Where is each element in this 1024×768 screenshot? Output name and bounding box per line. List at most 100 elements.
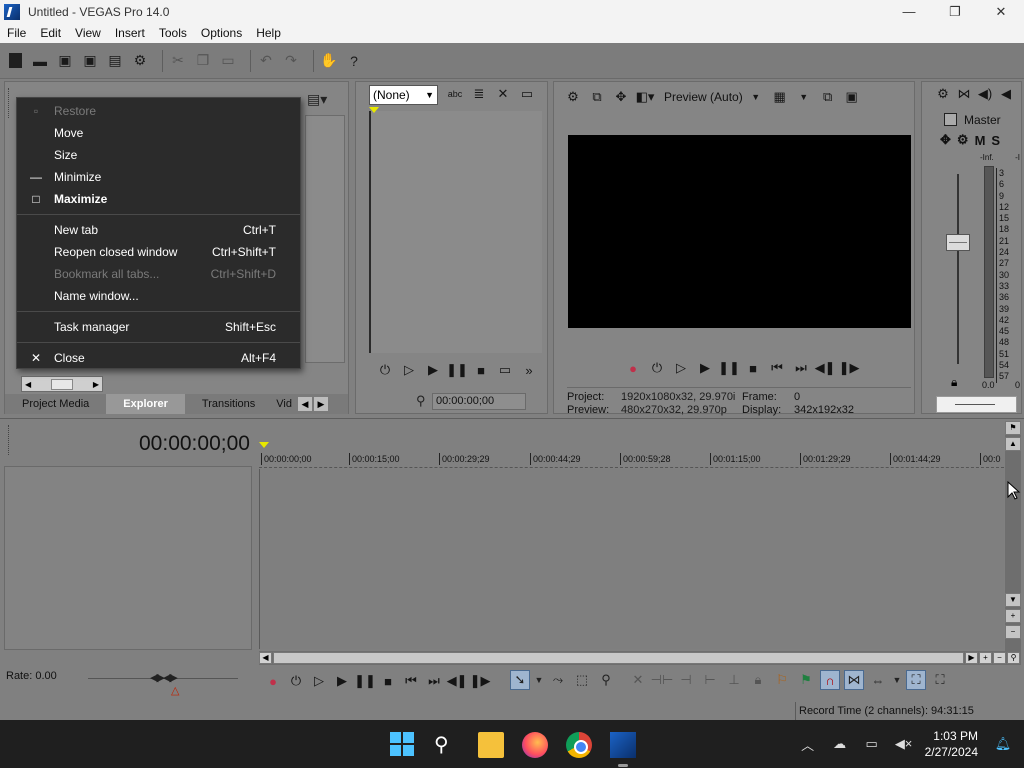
notification-bell-icon[interactable]: 🔔︎ [992,736,1014,752]
network-icon[interactable]: ▭ [861,736,883,752]
save-as-icon[interactable]: ▣ [81,52,99,70]
marker-pin-icon[interactable]: ⚲ [416,393,426,409]
selection-edit-tool-icon[interactable]: ⬚ [572,670,592,690]
undo-icon[interactable]: ↶ [257,52,275,70]
loop-icon[interactable]: ⏻ [648,359,666,377]
start-button-windows-icon[interactable] [390,732,416,758]
timeline-horizontal-scrollbar[interactable]: ◀ ▶ + − ⚲ [259,651,1021,665]
timeline-ruler[interactable]: 00:00:00;00 00:00:15;00 00:00:29;29 00:0… [259,442,1004,468]
split-icon[interactable]: ⊥ [724,670,744,690]
zoom-out-vertical-icon[interactable]: − [1005,625,1021,639]
taskbar-clock[interactable]: 1:03 PM 2/27/2024 [925,728,978,760]
play-from-start-icon[interactable]: ▷ [672,359,690,377]
enable-snapping-icon[interactable]: ✋ [320,52,338,70]
views-menu-icon[interactable]: ▤▾ [307,91,327,108]
menu-insert[interactable]: Insert [108,26,152,40]
tab-video-fx[interactable]: Vid [272,394,296,414]
menu-options[interactable]: Options [194,26,249,40]
next-frame-icon[interactable]: ❚▶ [470,672,491,690]
trimmer-playhead-marker[interactable] [369,107,379,113]
speaker-icon[interactable]: ◀) [976,85,994,103]
previous-frame-icon[interactable]: ◀❚ [815,359,836,377]
menu-item-maximize[interactable]: □ Maximize [17,188,300,210]
lock-envelopes-icon[interactable]: ⛶ [906,670,926,690]
overlays-grid-icon[interactable]: ▦ [771,88,789,106]
master-fader-handle[interactable] [946,234,970,251]
menu-item-minimize[interactable]: — Minimize [17,166,300,188]
chevron-down-icon[interactable]: ▼ [534,670,544,690]
play-icon[interactable]: ▶ [424,361,442,379]
stop-icon[interactable]: ■ [744,359,762,377]
menu-item-name-window[interactable]: Name window... [17,285,300,307]
next-frame-icon[interactable]: ❚▶ [839,359,860,377]
onedrive-cloud-icon[interactable]: ☁ [829,736,851,752]
ignore-grouping-icon[interactable]: ⛶ [930,670,950,690]
play-from-start-icon[interactable]: ▷ [400,361,418,379]
filter-list-icon[interactable]: ≣ [470,85,488,103]
menu-item-close[interactable]: ✕ Close Alt+F4 [17,347,300,369]
menu-edit[interactable]: Edit [33,26,68,40]
zoom-in-vertical-icon[interactable]: + [1005,609,1021,623]
tab-transitions[interactable]: Transitions [185,394,272,414]
chevron-down-icon[interactable]: ▼ [892,670,902,690]
menu-item-new-tab[interactable]: New tab Ctrl+T [17,219,300,241]
minimize-button[interactable]: — [886,0,932,23]
scroll-right-icon[interactable]: ▶ [965,652,978,664]
trimmer-options-icon[interactable]: ▭ [518,85,536,103]
trim-icon[interactable]: ⊣⊢ [651,670,674,690]
solo-button[interactable]: S [991,133,1000,148]
menu-item-reopen-closed-window[interactable]: Reopen closed window Ctrl+Shift+T [17,241,300,263]
menu-item-bookmark-all-tabs[interactable]: Bookmark all tabs... Ctrl+Shift+D [17,263,300,285]
preview-quality-dropdown[interactable]: Preview (Auto) [664,90,743,104]
insert-marker-icon[interactable]: ⚐ [772,670,792,690]
play-icon[interactable]: ▶ [333,672,351,690]
zoom-edit-tool-icon[interactable]: ⚲ [596,670,616,690]
pause-icon[interactable]: ❚❚ [718,359,740,377]
scroll-down-icon[interactable]: ▼ [1005,593,1021,607]
go-to-start-icon[interactable]: ⏮ [402,672,420,690]
menu-item-size[interactable]: Size [17,144,300,166]
play-from-start-icon[interactable]: ▷ [310,672,328,690]
firefox-icon[interactable] [522,732,548,758]
menu-item-move[interactable]: Move [17,122,300,144]
open-icon[interactable]: ▬ [31,52,49,70]
spell-abc-icon[interactable]: abc [446,85,464,103]
redo-icon[interactable]: ↷ [282,52,300,70]
scroll-right-icon[interactable]: ▶ [93,380,99,389]
timeline-scroll-thumb[interactable] [273,652,964,664]
copy-snapshot-icon[interactable]: ⧉ [819,88,837,106]
go-to-end-icon[interactable]: ⏭ [792,359,810,377]
play-icon[interactable]: ▶ [696,359,714,377]
split-screen-icon[interactable]: ◧▾ [636,88,655,106]
downmix-icon[interactable]: ⋈ [955,85,973,103]
timeline-vertical-scrollbar[interactable]: ⚑ ▲ ▼ + − [1005,421,1021,651]
track-list[interactable] [4,466,252,650]
video-fx-icon[interactable]: ✥ [612,88,630,106]
clear-x-icon[interactable]: ✕ [494,85,512,103]
menu-help[interactable]: Help [249,26,288,40]
dim-output-icon[interactable]: ◀ [997,85,1015,103]
envelope-edit-tool-icon[interactable]: ⤳ [548,670,568,690]
trimmer-timeline-area[interactable] [369,107,542,353]
record-icon[interactable]: ● [624,359,642,377]
chevron-down-icon[interactable]: ▼ [747,88,765,106]
master-gear-icon[interactable]: ⚙ [957,132,969,148]
menu-item-task-manager[interactable]: Task manager Shift+Esc [17,316,300,338]
delete-icon[interactable]: ✕ [628,670,648,690]
master-bus-footer-tab[interactable] [936,396,1017,413]
external-monitor-icon[interactable]: ⧉ [588,88,606,106]
more-arrows-icon[interactable]: » [520,361,538,379]
scroll-thumb[interactable] [51,378,73,390]
pause-icon[interactable]: ❚❚ [446,361,468,379]
menu-view[interactable]: View [68,26,108,40]
scroll-left-icon[interactable]: ◀ [259,652,272,664]
rate-slider-handle[interactable]: ◀▶◀▶ [150,671,178,684]
whats-this-help-icon[interactable]: ? [345,52,363,70]
insert-region-icon[interactable]: ⚑ [796,670,816,690]
auto-ripple-icon[interactable]: ⇔ [868,670,888,690]
tab-project-media[interactable]: Project Media [5,394,106,414]
chrome-icon[interactable] [566,732,592,758]
close-button[interactable]: ✕ [978,0,1024,23]
enable-snapping-icon[interactable]: ∩ [820,670,840,690]
pause-icon[interactable]: ❚❚ [354,672,376,690]
